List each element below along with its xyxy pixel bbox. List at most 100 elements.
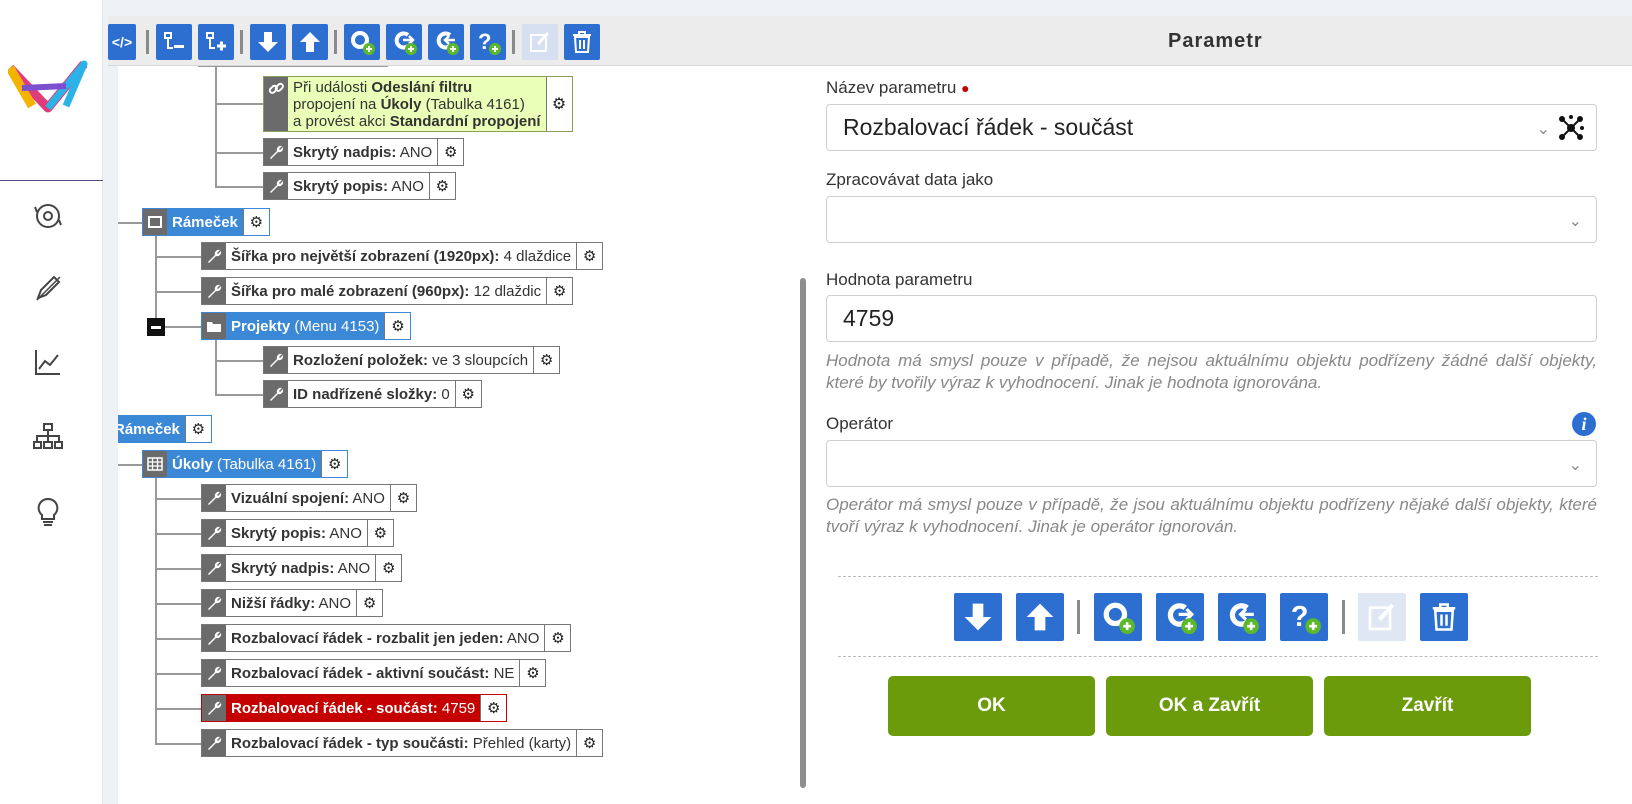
- toolbar: </> ?: [108, 16, 1632, 66]
- collapse-toggle[interactable]: [147, 318, 165, 336]
- tree-node-param-selected[interactable]: Rozbalovací řádek - součást: 4759 ⚙: [201, 694, 508, 722]
- info-icon[interactable]: i: [1572, 412, 1596, 436]
- add-object-button[interactable]: [344, 24, 380, 60]
- ok-button[interactable]: OK: [888, 676, 1095, 736]
- rail-divider: [0, 180, 103, 181]
- add-help-button[interactable]: ?: [470, 24, 506, 60]
- operator-select[interactable]: ⌄: [826, 440, 1597, 487]
- ok-close-button[interactable]: OK a Zavřít: [1106, 676, 1313, 736]
- tree-node-param[interactable]: Šířka pro malé zobrazení (960px): 12 dla…: [201, 277, 574, 305]
- left-rail: [0, 0, 103, 804]
- add-back-link-button[interactable]: [428, 24, 464, 60]
- tree-node-param[interactable]: ID nadřízené složky: 0 ⚙: [263, 380, 482, 408]
- tree-scrollbar[interactable]: [798, 66, 808, 804]
- add-link-button[interactable]: [1156, 593, 1204, 641]
- gear-icon[interactable]: ⚙: [437, 139, 464, 165]
- tree-connector: [215, 394, 263, 396]
- toolbar-separator: [512, 30, 515, 54]
- delete-button[interactable]: [1420, 593, 1468, 641]
- tree-connector: [155, 291, 201, 293]
- gear-icon[interactable]: ⚙: [544, 625, 571, 651]
- tree-connector: [155, 533, 201, 535]
- expand-tree-button[interactable]: [198, 24, 234, 60]
- add-back-link-button[interactable]: [1218, 593, 1266, 641]
- move-up-button[interactable]: [292, 24, 328, 60]
- tree-node-frame[interactable]: Rámeček ⚙: [118, 415, 212, 443]
- gear-icon[interactable]: ⚙: [375, 555, 402, 581]
- move-up-button[interactable]: [1016, 593, 1064, 641]
- tree-connector: [155, 708, 201, 710]
- sitemap-icon[interactable]: [30, 418, 66, 454]
- edit-button[interactable]: [522, 24, 558, 60]
- wrench-icon: [202, 730, 226, 756]
- tree-node-param[interactable]: Rozbalovací řádek - aktivní součást: NE ⚙: [201, 659, 547, 687]
- gear-icon[interactable]: ⚙: [389, 485, 416, 511]
- edit-icon[interactable]: [30, 270, 66, 306]
- chart-icon[interactable]: [30, 344, 66, 380]
- add-object-button[interactable]: [1094, 593, 1142, 641]
- parameter-name-value: Rozbalovací řádek - součást: [843, 114, 1134, 140]
- add-help-button[interactable]: ?: [1280, 593, 1328, 641]
- toolbar-separator: [146, 30, 149, 54]
- gear-icon[interactable]: ⚙: [384, 313, 411, 339]
- gear-icon[interactable]: ⚙: [546, 278, 573, 304]
- divider: [838, 656, 1598, 657]
- tree-connector: [155, 743, 201, 745]
- table-icon: [143, 451, 167, 477]
- edit-button[interactable]: [1358, 593, 1406, 641]
- gear-icon[interactable]: ⚙: [366, 520, 393, 546]
- toolbar-separator: [334, 30, 337, 54]
- close-button[interactable]: Zavřít: [1324, 676, 1531, 736]
- tree-node-param[interactable]: Skrytý popis: ANO ⚙: [263, 172, 456, 200]
- add-help-icon: ?: [478, 29, 501, 55]
- process-as-select[interactable]: ⌄: [826, 196, 1597, 243]
- tree-node-table[interactable]: Úkoly (Tabulka 4161) ⚙: [142, 450, 349, 478]
- code-view-button[interactable]: </>: [108, 24, 136, 60]
- gear-icon[interactable]: ⚙: [533, 347, 560, 373]
- operator-help-text: Operátor má smysl pouze v případě, že js…: [826, 495, 1597, 536]
- parameter-value-input[interactable]: 4759: [826, 295, 1597, 342]
- gear-icon[interactable]: ⚙: [576, 243, 603, 269]
- gear-icon[interactable]: ⚙: [480, 695, 507, 721]
- gear-icon[interactable]: ⚙: [321, 451, 348, 477]
- gear-icon[interactable]: ⚙: [454, 381, 481, 407]
- gear-icon[interactable]: ⚙: [184, 416, 211, 442]
- lightbulb-icon[interactable]: [30, 494, 66, 530]
- gear-icon[interactable]: ⚙: [576, 730, 603, 756]
- gear-icon[interactable]: ⚙: [545, 77, 572, 131]
- folder-icon: [202, 313, 226, 339]
- tree-node-param[interactable]: Rozložení položek: ve 3 sloupcích ⚙: [263, 346, 561, 374]
- gear-icon[interactable]: ⚙: [242, 209, 269, 235]
- tree-connector: [155, 638, 201, 640]
- parameter-value: 4759: [843, 305, 895, 331]
- collapse-tree-button[interactable]: [156, 24, 192, 60]
- scrollbar-thumb[interactable]: [800, 278, 806, 788]
- refresh-settings-icon[interactable]: [30, 198, 66, 234]
- tree-node-frame[interactable]: Rámeček ⚙: [142, 208, 270, 236]
- gear-icon[interactable]: ⚙: [356, 590, 383, 616]
- tree-node-param[interactable]: Nižší řádky: ANO ⚙: [201, 589, 384, 617]
- delete-button[interactable]: [564, 24, 600, 60]
- gear-icon[interactable]: ⚙: [519, 660, 546, 686]
- tree-node-param[interactable]: Skrytý popis: ANO ⚙: [201, 519, 394, 547]
- tree-node-param[interactable]: Rozbalovací řádek - rozbalit jen jeden: …: [201, 624, 572, 652]
- parameter-name-select[interactable]: Rozbalovací řádek - součást ⌄: [826, 104, 1597, 151]
- arrow-down-icon: [258, 32, 278, 52]
- tree-node-param[interactable]: Skrytý nadpis: ANO ⚙: [263, 138, 465, 166]
- tree-node-param[interactable]: Skrytý nadpis: ANO ⚙: [201, 554, 403, 582]
- gear-icon[interactable]: ⚙: [428, 173, 455, 199]
- network-icon[interactable]: [1558, 115, 1584, 141]
- add-help-icon: ?: [1291, 601, 1321, 634]
- move-down-button[interactable]: [954, 593, 1002, 641]
- tree-node-link-event[interactable]: Při události Odeslání filtru propojení n…: [263, 76, 573, 132]
- move-down-button[interactable]: [250, 24, 286, 60]
- trash-icon: [573, 31, 591, 53]
- tree-node-param[interactable]: Vizuální spojení: ANO ⚙: [201, 484, 417, 512]
- tree-node-param[interactable]: Rozbalovací řádek - typ součásti: Přehle…: [201, 729, 604, 757]
- wrench-icon: [202, 485, 226, 511]
- add-link-button[interactable]: [386, 24, 422, 60]
- tree-node-param[interactable]: Šířka pro největší zobrazení (1920px): 4…: [201, 242, 604, 270]
- wrench-icon: [264, 173, 288, 199]
- divider: [838, 576, 1598, 577]
- tree-node-menu[interactable]: Projekty (Menu 4153) ⚙: [201, 312, 412, 340]
